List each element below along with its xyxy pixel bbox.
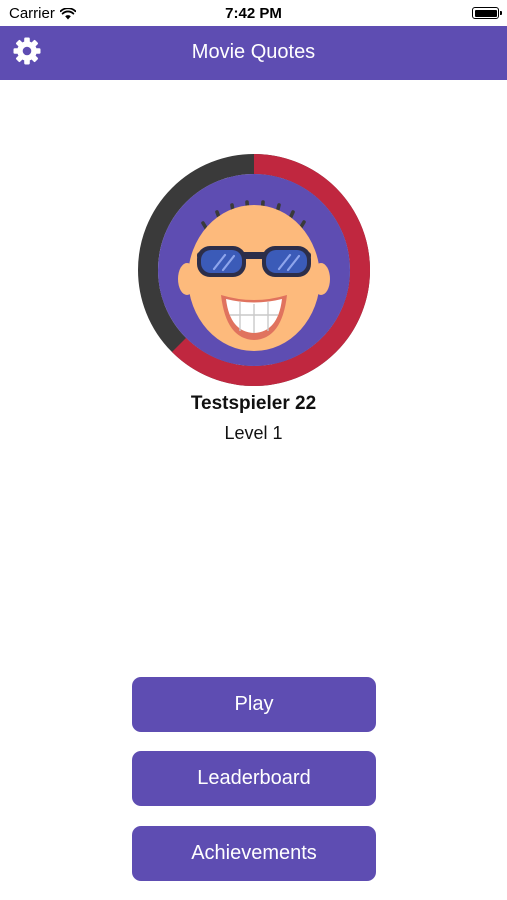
leaderboard-button-label: Leaderboard — [197, 767, 311, 789]
battery-icon — [472, 7, 502, 19]
play-button[interactable]: Play — [132, 677, 376, 732]
leaderboard-button[interactable]: Leaderboard — [132, 751, 376, 806]
player-level: Level 1 — [224, 423, 283, 443]
play-button-label: Play — [234, 693, 274, 715]
status-bar: Carrier 7:42 PM — [0, 0, 507, 26]
page-title: Movie Quotes — [191, 41, 316, 63]
achievements-button-label: Achievements — [191, 842, 317, 864]
player-name: Testspieler 22 — [190, 393, 317, 414]
avatar-graphic — [138, 154, 370, 386]
avatar — [137, 153, 371, 387]
achievements-button[interactable]: Achievements — [132, 826, 376, 881]
status-clock: 7:42 PM — [225, 5, 282, 22]
battery-level — [474, 9, 497, 17]
nav-bar: Movie Quotes — [0, 26, 507, 80]
